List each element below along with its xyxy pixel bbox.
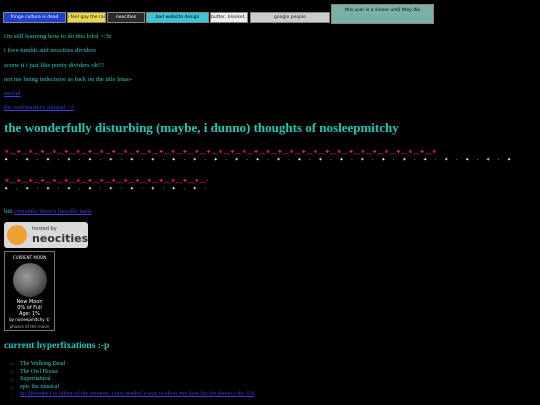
- list-item-link[interactable]: no disrespect to either of the creators,…: [20, 391, 254, 399]
- hiii-text: hiii: [4, 208, 13, 215]
- neocities-cat-icon: [7, 225, 27, 245]
- butter-blanket-button[interactable]: butter, blanket, bottom: [210, 12, 248, 23]
- star-divider-2: ✶︵✦︵✶︵✦︵✶︵✦︵✶︵✦︵✶︵✦︵✶︵✦︵✶︵✦︵✶︵✦︵✶︵✦︵✶︵✦︵…: [4, 177, 208, 191]
- list-item: The Owl House: [20, 369, 254, 377]
- fringe-culture-button[interactable]: fringe culture is dead: [3, 12, 66, 23]
- hiii-link[interactable]: currently there's literally nada: [14, 208, 92, 215]
- intro-line-1: i'm still learning how to do this lolol …: [4, 33, 112, 40]
- neocities-badge[interactable]: hosted by neocities: [4, 222, 88, 248]
- hyperfixations-heading: current hyperfixations :-p: [4, 341, 110, 351]
- page-title: the wonderfully disturbing (maybe, i dun…: [4, 120, 399, 135]
- google-people-button[interactable]: google people: [250, 12, 330, 23]
- moon-phase-widget[interactable]: CURRENT MOON New Moon 0% of Full Age: 1%…: [4, 251, 55, 331]
- badge-big-text: neocities: [32, 232, 89, 245]
- neocities-button[interactable]: neocities: [107, 12, 145, 23]
- moon-footer: phases of the moon: [9, 324, 50, 329]
- moon-credit: by nosleepmitchy ©: [9, 317, 50, 322]
- divider-2-waves: ✶︵✦︵✶︵✦︵✶︵✦︵✶︵✦︵✶︵✦︵✶︵✦︵✶︵✦︵✶︵✦︵✶︵✦︵✶︵✦︵…: [4, 177, 208, 185]
- intro-line-4: not me being indecisive as fuck on the t…: [4, 76, 133, 83]
- intro-line-2: i love tumblr and neocities dividers: [4, 47, 96, 54]
- divider-1-stars: ✦ · ✶ · ✦ · ✶ · ✦ · ✶ · ✦ · ✶ · ✦ · ✶ · …: [4, 157, 516, 162]
- intro-line-3: screw it i just like pretty dividers ok!…: [4, 62, 105, 69]
- rainbow-button[interactable]: i feel gay the rainbow: [67, 12, 106, 23]
- divider-1-waves: ✶︵✦︵✶︵✦︵✶︵✦︵✶︵✦︵✶︵✦︵✶︵✦︵✶︵✦︵✶︵✦︵✶︵✦︵✶︵✦︵…: [4, 148, 437, 156]
- bad-website-design-button[interactable]: bad website design: [146, 12, 209, 23]
- sinner-stamp: this user is a sinner until they die: [331, 4, 434, 24]
- nav-link-2[interactable]: the webmaster's journal <3: [4, 104, 74, 111]
- list-item: The Walking Dead: [20, 361, 254, 369]
- list-item: Supernatural: [20, 376, 254, 384]
- star-divider-1: ✶︵✦︵✶︵✦︵✶︵✦︵✶︵✦︵✶︵✦︵✶︵✦︵✶︵✦︵✶︵✦︵✶︵✦︵✶︵✦︵…: [4, 148, 516, 162]
- hyperfixations-list: The Walking Dead The Owl House Supernatu…: [4, 361, 254, 399]
- hiii-line: hiii currently there's literally nada: [4, 208, 92, 215]
- nav-link-1[interactable]: neoful: [4, 90, 21, 97]
- moon-icon: [12, 263, 47, 297]
- moon-title: CURRENT MOON: [12, 255, 47, 260]
- divider-2-stars: ✦ · ✶ · ✦ · ✶ · ✦ · ✶ · ✦ · ✶ · ✦ · ✶ · …: [4, 186, 208, 191]
